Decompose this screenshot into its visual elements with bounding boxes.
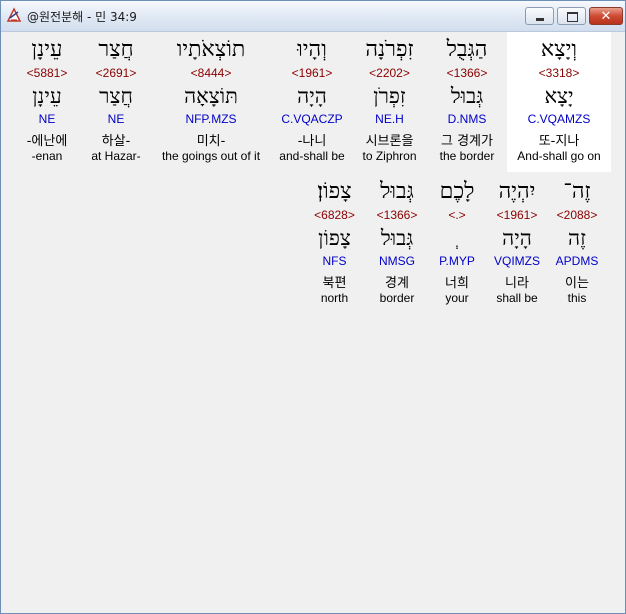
english-gloss: this <box>567 291 587 305</box>
english-gloss: the goings out of it <box>161 149 261 163</box>
hebrew-word: לָכֶם <box>439 179 475 204</box>
strong-number[interactable]: <.> <box>427 208 487 222</box>
word-column-4[interactable]: וְהָיוּ <1961> הָיָה C.VQACZP -나니 and-sh… <box>272 32 352 172</box>
word-column-5[interactable]: תוֹצְאֹתָיו <8444> תּוֹצָאָה NFP.MZS 미치-… <box>150 32 272 172</box>
strong-number[interactable]: <2202> <box>352 66 427 80</box>
korean-gloss: -나니 <box>297 134 327 149</box>
korean-gloss: 니라 <box>505 276 529 291</box>
english-gloss: And-shall go on <box>517 149 601 163</box>
interlinear-panel: וְיָצָא <3318> יָצָא C.VQAMZS 또-지나 And-s… <box>2 32 624 612</box>
english-gloss: your <box>445 291 469 305</box>
korean-gloss: -에난에 <box>26 134 68 149</box>
title-bar[interactable]: @원전분해 - 민 34:9 ✕ <box>1 1 625 32</box>
korean-gloss: 하살- <box>101 134 131 149</box>
app-logo-icon <box>6 7 22 22</box>
morphology-code: NFS <box>322 254 347 268</box>
hebrew-word: תוֹצְאֹתָיו <box>176 37 246 62</box>
strong-number[interactable]: <1366> <box>427 66 507 80</box>
hebrew-word: הַגְּבֻל <box>446 37 488 62</box>
lexical-form: זֶה <box>568 226 586 250</box>
morphology-code: NE <box>107 112 125 126</box>
english-gloss: and-shall be <box>279 149 345 163</box>
hebrew-word: וְהָיוּ <box>297 37 327 62</box>
hebrew-word: צָפוֹן׃ <box>317 179 352 204</box>
lexical-form: הָיָה <box>297 84 327 108</box>
hebrew-word: וְיָצָא <box>540 37 578 62</box>
strong-number[interactable]: <3318> <box>507 66 611 80</box>
strong-number[interactable]: <2691> <box>82 66 150 80</box>
morphology-code: APDMS <box>555 254 599 268</box>
window-title: @원전분해 - 민 34:9 <box>27 10 137 24</box>
korean-gloss: 그 경계가 <box>441 134 493 149</box>
word-column-12[interactable]: צָפוֹן׃ <6828> צָפוֹן NFS 북편 north <box>302 174 367 314</box>
strong-number[interactable]: <5881> <box>12 66 82 80</box>
english-gloss: border <box>379 291 415 305</box>
maximize-button[interactable] <box>557 7 586 25</box>
lexical-form: עֵינָן <box>32 84 62 108</box>
hebrew-word: זֶה־ <box>563 179 591 204</box>
morphology-code: NE.H <box>375 112 404 126</box>
korean-gloss: 시브론을 <box>365 134 414 149</box>
korean-gloss: 또-지나 <box>538 134 580 149</box>
korean-gloss: 너희 <box>445 276 469 291</box>
word-column-2[interactable]: הַגְּבֻל <1366> גְּבוּל D.NMS 그 경계가 the … <box>427 32 507 172</box>
morphology-code: NFP.MZS <box>185 112 237 126</box>
english-gloss: the border <box>439 149 495 163</box>
lexical-form: זִפְרֹן <box>373 84 406 108</box>
word-column-8[interactable]: זֶה־ <2088> זֶה APDMS 이는 this <box>547 174 607 314</box>
morphology-code: C.VQACZP <box>281 112 343 126</box>
close-icon: ✕ <box>600 9 612 24</box>
strong-number[interactable]: <1366> <box>367 208 427 222</box>
strong-number[interactable]: <2088> <box>547 208 607 222</box>
hebrew-word: חֲצַר <box>98 37 134 62</box>
english-gloss: at Hazar- <box>91 149 141 163</box>
word-column-10[interactable]: לָכֶם <.> ְ P.MYP 너희 your <box>427 174 487 314</box>
app-window: @원전분해 - 민 34:9 ✕ וְיָצָא <3318> יָצָא C.… <box>0 0 626 614</box>
lexical-form: גְּבוּל <box>380 226 414 250</box>
strong-number[interactable]: <1961> <box>487 208 547 222</box>
word-column-9[interactable]: יִהְיֶה <1961> הָיָה VQIMZS 니라 shall be <box>487 174 547 314</box>
lexical-form: הָיָה <box>502 226 532 250</box>
word-column-7[interactable]: עֵינָן <5881> עֵינָן NE -에난에 -enan <box>12 32 82 172</box>
korean-gloss: 미치- <box>196 134 226 149</box>
minimize-button[interactable] <box>525 7 554 25</box>
word-column-6[interactable]: חֲצַר <2691> חֲצַר NE 하살- at Hazar- <box>82 32 150 172</box>
morphology-code: VQIMZS <box>493 254 540 268</box>
morphology-code: P.MYP <box>439 254 475 268</box>
morphology-code: NMSG <box>379 254 415 268</box>
english-gloss: to Ziphron <box>362 149 417 163</box>
morphology-code: D.NMS <box>447 112 487 126</box>
lexical-form: גְּבוּל <box>450 84 484 108</box>
english-gloss: shall be <box>496 291 538 305</box>
word-column-11[interactable]: גְּבוּל <1366> גְּבוּל NMSG 경계 border <box>367 174 427 314</box>
lexical-form: חֲצַר <box>99 84 133 108</box>
hebrew-word: זִפְרֹנָה <box>365 37 414 62</box>
strong-number[interactable]: <6828> <box>302 208 367 222</box>
strong-number[interactable]: <1961> <box>272 66 352 80</box>
korean-gloss: 북편 <box>322 276 347 291</box>
word-column-3[interactable]: זִפְרֹנָה <2202> זִפְרֹן NE.H 시브론을 to Zi… <box>352 32 427 172</box>
english-gloss: -enan <box>31 149 63 163</box>
close-button[interactable]: ✕ <box>589 7 623 25</box>
morphology-code: C.VQAMZS <box>527 112 591 126</box>
hebrew-word: גְּבוּל <box>380 179 414 204</box>
lexical-form: צָפוֹן <box>318 226 351 250</box>
morphology-code: NE <box>38 112 56 126</box>
hebrew-word: יִהְיֶה <box>498 179 536 204</box>
hebrew-word: עֵינָן <box>31 37 63 62</box>
korean-gloss: 경계 <box>385 276 409 291</box>
word-column-1[interactable]: וְיָצָא <3318> יָצָא C.VQAMZS 또-지나 And-s… <box>507 32 611 172</box>
lexical-form: תּוֹצָאָה <box>184 84 238 108</box>
lexical-form: ְ <box>427 226 487 251</box>
korean-gloss: 이는 <box>565 276 589 291</box>
strong-number[interactable]: <8444> <box>150 66 272 80</box>
english-gloss: north <box>320 291 349 305</box>
lexical-form: יָצָא <box>544 84 574 108</box>
